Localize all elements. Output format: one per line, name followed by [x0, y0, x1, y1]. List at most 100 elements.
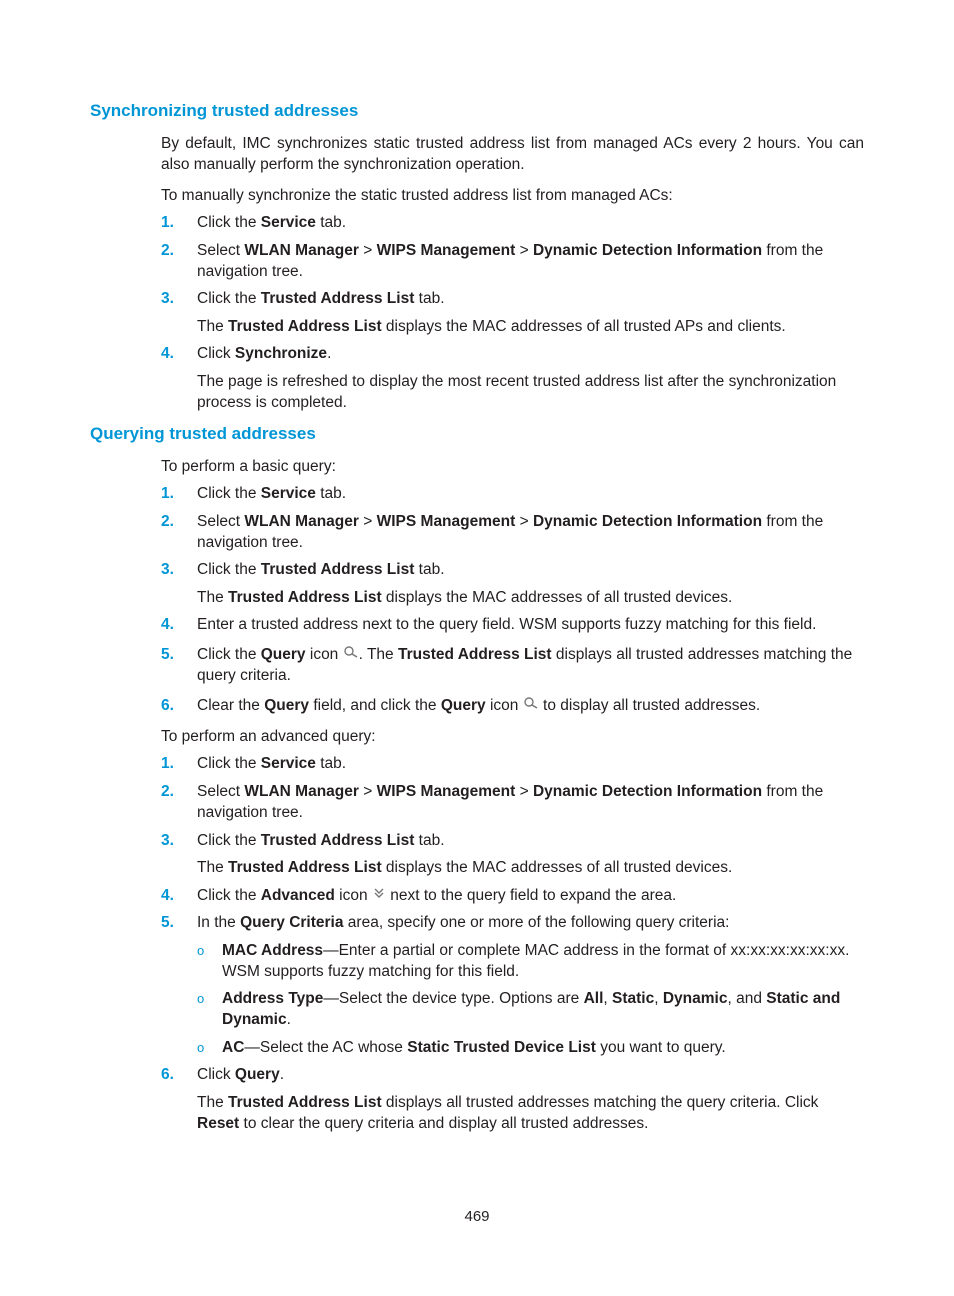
step-number: 5.: [161, 914, 174, 931]
ui-term: Service: [260, 755, 316, 772]
advanced-query-lead: To perform an advanced query:: [161, 728, 376, 745]
ui-term: Trusted Address List: [228, 589, 382, 606]
step-number: 4.: [161, 616, 174, 633]
text: —Select the device type. Options are: [323, 990, 584, 1007]
ui-term: Query: [440, 697, 486, 714]
text: >: [358, 783, 377, 800]
ui-term: Service: [260, 485, 316, 502]
ui-term: WLAN Manager: [244, 783, 359, 800]
step-number: 2.: [161, 513, 174, 530]
text: ,: [654, 990, 663, 1007]
text: Select: [197, 242, 245, 259]
text: Click the: [197, 561, 261, 578]
text: Select: [197, 783, 245, 800]
bullet-icon: o: [197, 991, 205, 1006]
text: tab.: [315, 485, 347, 502]
ui-term: Trusted Address List: [260, 290, 415, 307]
text: The: [197, 859, 229, 876]
ui-term: MAC Address: [222, 942, 324, 959]
text: .: [327, 345, 332, 362]
text: to display all trusted addresses.: [538, 697, 761, 714]
text: Click the: [197, 887, 261, 904]
text: . The: [358, 646, 398, 663]
ui-term: Trusted Address List: [397, 646, 552, 663]
option: Dynamic: [662, 990, 728, 1007]
section-heading-query: Querying trusted addresses: [90, 424, 316, 443]
ui-term: Trusted Address List: [228, 318, 382, 335]
ui-term: Trusted Address List: [260, 561, 415, 578]
step-number: 2.: [161, 242, 174, 259]
text: Click: [197, 345, 235, 362]
text: , and: [727, 990, 767, 1007]
text: displays the MAC addresses of all truste…: [381, 859, 733, 876]
text: Click the: [197, 290, 261, 307]
magnifier-icon: [343, 644, 359, 665]
text: >: [515, 242, 533, 259]
ui-term: Dynamic Detection Information: [532, 783, 763, 800]
step-number: 1.: [161, 485, 174, 502]
step-number: 5.: [161, 646, 174, 663]
bullet-icon: o: [197, 943, 205, 958]
sync-step-4-note: The page is refreshed to display the mos…: [197, 373, 837, 411]
step-number: 6.: [161, 697, 174, 714]
text: Click the: [197, 485, 261, 502]
text: >: [358, 242, 377, 259]
text: The: [197, 1094, 229, 1111]
text: >: [358, 513, 377, 530]
ui-term: Dynamic Detection Information: [532, 242, 763, 259]
text: displays the MAC addresses of all truste…: [381, 589, 733, 606]
page-number: 469: [464, 1208, 490, 1225]
option: Static: [612, 990, 655, 1007]
ui-term: AC: [222, 1039, 245, 1056]
text: >: [515, 783, 533, 800]
adv-step-6-note: The Trusted Address List displays all tr…: [197, 1092, 864, 1134]
text: ,: [603, 990, 612, 1007]
adv-step-3-note: The Trusted Address List displays the MA…: [197, 857, 864, 878]
ui-term: Advanced: [260, 887, 335, 904]
basic-query-lead: To perform a basic query:: [161, 458, 336, 475]
text: area, specify one or more of the followi…: [343, 914, 730, 931]
text: displays all trusted addresses matching …: [381, 1094, 819, 1111]
bullet-icon: o: [197, 1040, 205, 1055]
double-chevron-down-icon: [372, 885, 386, 906]
text: Click: [197, 1066, 235, 1083]
ui-term: Trusted Address List: [228, 859, 382, 876]
text: Click the: [197, 832, 261, 849]
step-number: 1.: [161, 214, 174, 231]
ui-term: WLAN Manager: [244, 513, 359, 530]
text: tab.: [414, 290, 445, 307]
text: you want to query.: [595, 1039, 726, 1056]
ui-term: Trusted Address List: [228, 1094, 382, 1111]
step-number: 1.: [161, 755, 174, 772]
text: Click the: [197, 646, 261, 663]
step-number: 3.: [161, 561, 174, 578]
text: The: [197, 589, 229, 606]
text: .: [286, 1011, 291, 1028]
text: tab.: [315, 755, 347, 772]
sync-step-3-note: The Trusted Address List displays the MA…: [197, 316, 864, 337]
ui-term: WIPS Management: [376, 783, 516, 800]
ui-term: Reset: [197, 1115, 240, 1132]
text: field, and click the: [309, 697, 441, 714]
text: .: [279, 1066, 285, 1083]
sync-intro: By default, IMC synchronizes static trus…: [161, 135, 864, 173]
text: The: [197, 318, 229, 335]
text: Clear the: [197, 697, 265, 714]
step-number: 2.: [161, 783, 174, 800]
ui-term: Query Criteria: [240, 914, 344, 931]
text: to clear the query criteria and display …: [239, 1115, 649, 1132]
text: Select: [197, 513, 245, 530]
ui-term: Query: [260, 646, 306, 663]
text: displays the MAC addresses of all truste…: [381, 318, 786, 335]
section-heading-sync: Synchronizing trusted addresses: [90, 101, 359, 120]
text: tab.: [315, 214, 347, 231]
text: tab.: [414, 561, 445, 578]
option: All: [583, 990, 604, 1007]
magnifier-icon: [523, 695, 539, 716]
ui-term: WIPS Management: [376, 513, 516, 530]
ui-term: Dynamic Detection Information: [532, 513, 763, 530]
text: >: [515, 513, 533, 530]
ui-term: Address Type: [222, 990, 324, 1007]
text: tab.: [414, 832, 445, 849]
ui-term: Query: [234, 1066, 280, 1083]
